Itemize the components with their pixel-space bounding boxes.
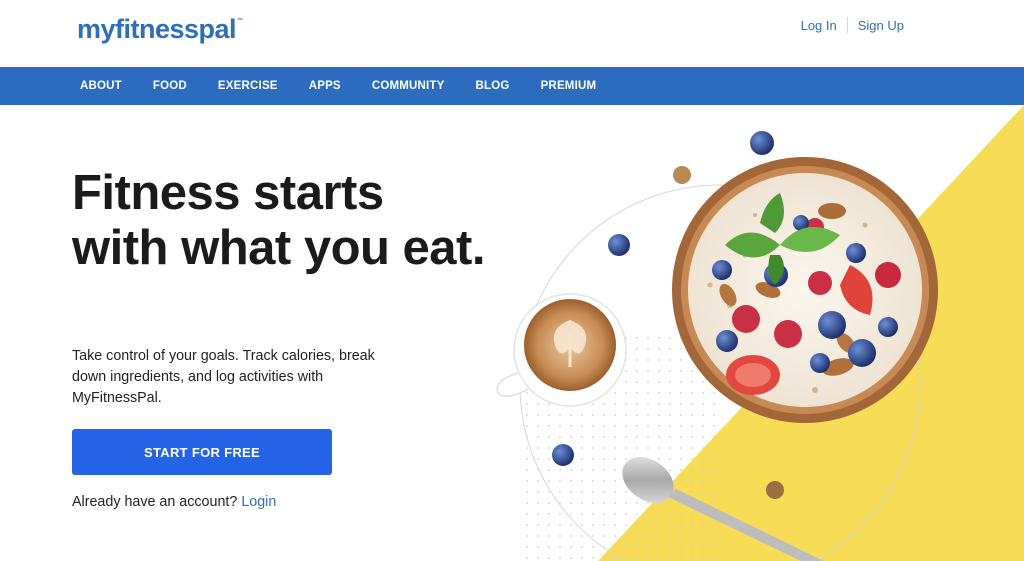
- account-prompt: Already have an account? Login: [72, 494, 276, 510]
- signup-link[interactable]: Sign Up: [858, 18, 904, 33]
- nav-item-community[interactable]: COMMUNITY: [372, 80, 445, 92]
- main-nav: ABOUT FOOD EXERCISE APPS COMMUNITY BLOG …: [0, 67, 1024, 105]
- myfitnesspal-logo[interactable]: myfitnesspal™: [77, 14, 243, 45]
- hero-section: Fitness starts with what you eat. Take c…: [0, 105, 1024, 561]
- auth-divider: [846, 17, 848, 33]
- top-bar: myfitnesspal™ Log In Sign Up: [0, 0, 1024, 67]
- nav-item-exercise[interactable]: EXERCISE: [218, 80, 278, 92]
- hero-headline: Fitness starts with what you eat.: [72, 166, 485, 275]
- nav-item-apps[interactable]: APPS: [309, 80, 341, 92]
- start-for-free-button[interactable]: START FOR FREE: [72, 429, 332, 475]
- hero-login-link[interactable]: Login: [241, 494, 276, 510]
- nav-item-about[interactable]: ABOUT: [80, 80, 122, 92]
- nav-item-blog[interactable]: BLOG: [476, 80, 510, 92]
- login-link[interactable]: Log In: [801, 18, 837, 33]
- logo-text: myfitnesspal: [77, 14, 237, 44]
- hero-subtext: Take control of your goals. Track calori…: [72, 348, 375, 406]
- nav-item-premium[interactable]: PREMIUM: [541, 80, 597, 92]
- auth-links: Log In Sign Up: [801, 17, 904, 33]
- hero-food-image: [496, 105, 1024, 561]
- trademark-symbol: ™: [237, 18, 243, 24]
- account-prompt-text: Already have an account?: [72, 494, 238, 510]
- nav-item-food[interactable]: FOOD: [153, 80, 187, 92]
